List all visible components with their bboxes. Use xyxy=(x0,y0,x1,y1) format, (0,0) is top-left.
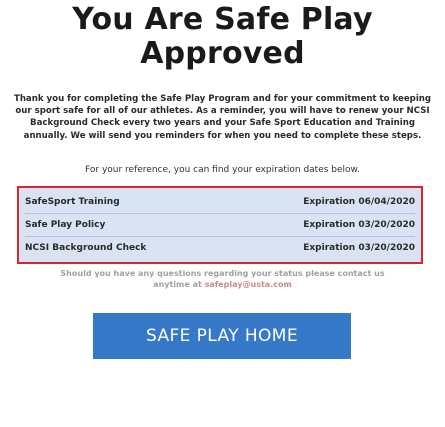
intro-paragraph: Thank you for completing the Safe Play P… xyxy=(13,94,432,141)
contact-text: Should you have any questions regarding … xyxy=(0,268,445,290)
expiration-row-safesport: SafeSport Training Expiration 06/04/2020 xyxy=(25,191,415,214)
page-title-line-2: Approved xyxy=(140,36,305,71)
expiration-row-ncsi-background: NCSI Background Check Expiration 03/20/2… xyxy=(25,237,415,259)
reference-text: For your reference, you can find your ex… xyxy=(85,165,360,175)
expiration-table: SafeSport Training Expiration 06/04/2020… xyxy=(17,186,423,264)
contact-email-link[interactable]: safeplay@usta.com xyxy=(205,280,292,289)
expiration-label: Safe Play Policy xyxy=(25,220,106,230)
page-title-line-1: You Are Safe Play xyxy=(72,2,373,37)
contact-prefix: anytime at xyxy=(153,280,205,289)
expiration-date: Expiration 03/20/2020 xyxy=(303,220,415,230)
expiration-date: Expiration 06/04/2020 xyxy=(303,197,415,207)
expiration-label: NCSI Background Check xyxy=(25,243,147,253)
expiration-row-safe-play-policy: Safe Play Policy Expiration 03/20/2020 xyxy=(25,214,415,237)
safe-play-home-button[interactable]: SAFE PLAY HOME xyxy=(93,313,351,359)
contact-line-2: anytime at safeplay@usta.com xyxy=(0,279,445,290)
expiration-label: SafeSport Training xyxy=(25,197,120,207)
expiration-date: Expiration 03/20/2020 xyxy=(303,243,415,253)
contact-line-1: Should you have any questions regarding … xyxy=(60,269,385,278)
